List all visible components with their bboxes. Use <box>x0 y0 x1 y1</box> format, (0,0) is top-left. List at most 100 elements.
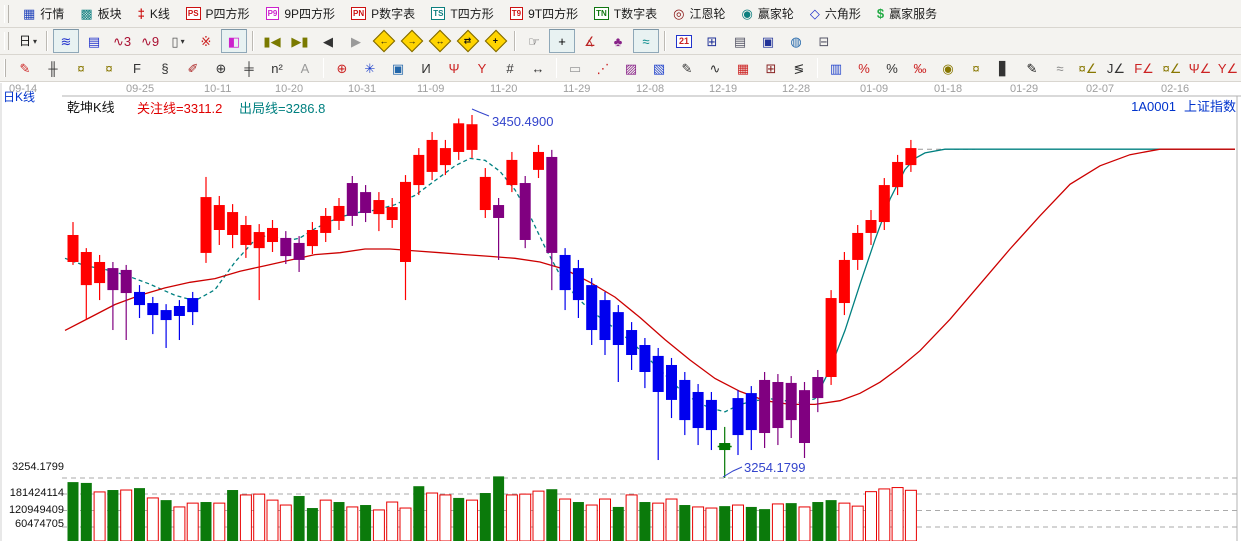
shen-ruler-tool-button[interactable]: Ψ <box>441 56 467 80</box>
span-arrow-tool-button[interactable]: ↔ <box>525 56 551 80</box>
gold-line-tool-button[interactable]: ¤ <box>963 56 989 80</box>
menu-item-9p-square[interactable]: P99P四方形 <box>259 2 342 25</box>
print-tool-button[interactable]: ⊟ <box>811 29 837 53</box>
menu-item-p-square[interactable]: PSP四方形 <box>179 2 257 25</box>
export-disk-tool-button[interactable]: ◍ <box>783 29 809 53</box>
candle <box>347 183 358 216</box>
flask-tool-button[interactable]: ▯▾ <box>165 29 191 53</box>
menu-item-sectors[interactable]: ▩板块 <box>73 2 128 25</box>
percent-drop-tool-button[interactable]: % <box>851 56 877 80</box>
fan-box-b-tool-button[interactable]: ▧ <box>646 56 672 80</box>
triple-line-tool-button[interactable]: ≶ <box>786 56 812 80</box>
info-list-tool-button[interactable]: ▤ <box>81 29 107 53</box>
mini-chart-3-tool-button[interactable]: ∿3 <box>109 29 135 53</box>
gold-angle-tool-button[interactable]: ¤∠ <box>1159 56 1185 80</box>
shen-angle-tool-button[interactable]: Ψ∠ <box>1187 56 1213 80</box>
trend-pencil-tool-button[interactable]: ✎ <box>674 56 700 80</box>
win-ruler-tool-button[interactable]: Y <box>469 56 495 80</box>
f-angle-tool-button[interactable]: F∠ <box>1131 56 1157 80</box>
jump-horizontal-button[interactable]: ↔ <box>427 29 453 53</box>
permille-tool-button[interactable]: ‰ <box>907 56 933 80</box>
wave-a-tool-icon: ≈ <box>1056 62 1063 75</box>
j-angle-tool-button[interactable]: J∠ <box>1103 56 1129 80</box>
gold-ruler-a-tool-button[interactable]: ¤ <box>68 56 94 80</box>
square-grid-tool-button[interactable]: ▣ <box>385 56 411 80</box>
menu-item-t-digit-table[interactable]: TNT数字表 <box>587 2 664 25</box>
period-selector-button[interactable]: 日▾ <box>15 29 41 53</box>
save-tool-button[interactable]: ▣ <box>755 29 781 53</box>
toolbar-grip[interactable] <box>4 59 6 77</box>
calculator-tool-button[interactable]: ⊞ <box>699 29 725 53</box>
spiral-ruler-tool-button[interactable]: § <box>152 56 178 80</box>
gold-fan-tool-button[interactable]: ¤∠ <box>1075 56 1101 80</box>
pattern-overlay-tool-button[interactable]: ※ <box>193 29 219 53</box>
gold-circle-tool-button[interactable]: ◉ <box>935 56 961 80</box>
menu-bar: ▦行情▩板块‡K线PSP四方形P99P四方形PNP数字表TST四方形T99T四方… <box>0 0 1241 28</box>
gann-band-tool-button[interactable]: ♣ <box>605 29 631 53</box>
zoom-all-button[interactable]: + <box>483 29 509 53</box>
candle <box>94 262 105 283</box>
color-chart-tool-button[interactable]: ◧ <box>221 29 247 53</box>
nav-prev-button[interactable]: ◀ <box>315 29 341 53</box>
9p-square-icon: P9 <box>266 7 280 20</box>
menu-item-gann-wheel[interactable]: ◎江恩轮 <box>666 2 732 25</box>
toolbar-grip[interactable] <box>4 32 9 50</box>
angle-a-tool-button[interactable]: A <box>292 56 318 80</box>
jump-right-button[interactable]: → <box>399 29 425 53</box>
notepad-tool-button[interactable]: ▤ <box>727 29 753 53</box>
volume-bar <box>214 503 225 541</box>
volume-bar <box>147 498 158 541</box>
n2-ruler-tool-button[interactable]: n² <box>264 56 290 80</box>
wave-brain-tool-button[interactable]: ≈ <box>633 29 659 53</box>
rect-select-tool-button[interactable]: ▭ <box>562 56 588 80</box>
fan-box-a-tool-button[interactable]: ▨ <box>618 56 644 80</box>
win-ruler-tool-icon: Y <box>478 62 487 75</box>
calendar-tool-button[interactable]: 21 <box>671 29 697 53</box>
plain-ruler-tool-button[interactable]: ╪ <box>236 56 262 80</box>
nav-last-button[interactable]: ▶▮ <box>287 29 313 53</box>
volume-bar <box>68 482 79 541</box>
pen-tool-button[interactable]: ✎ <box>12 56 38 80</box>
compass-ruler-tool-button[interactable]: ⊕ <box>208 56 234 80</box>
wave-a-tool-button[interactable]: ≈ <box>1047 56 1073 80</box>
menu-item-kline[interactable]: ‡K线 <box>131 2 177 25</box>
grid-b-tool-button[interactable]: ⊞ <box>758 56 784 80</box>
brush-tool-button[interactable]: ✎ <box>1019 56 1045 80</box>
angle-a-tool-icon: A <box>301 62 310 75</box>
pattern-search-tool-button[interactable]: ≋ <box>53 29 79 53</box>
target-circle-tool-button[interactable]: ⊕ <box>329 56 355 80</box>
win-angle-tool-button[interactable]: Y∠ <box>1215 56 1241 80</box>
toolbar-grip[interactable] <box>4 5 9 23</box>
bar-mark-tool-button[interactable]: ▋ <box>991 56 1017 80</box>
menu-item-winner-wheel[interactable]: ◉赢家轮 <box>735 2 801 25</box>
pen-ruler-tool-button[interactable]: ✐ <box>180 56 206 80</box>
gold-ruler-b-tool-button[interactable]: ¤ <box>96 56 122 80</box>
volume-bar <box>852 506 863 541</box>
menu-item-t-square[interactable]: TST四方形 <box>424 2 501 25</box>
menu-item-9t-square[interactable]: T99T四方形 <box>503 2 585 25</box>
zigzag-tool-button[interactable]: ∿ <box>702 56 728 80</box>
menu-item-quotes[interactable]: ▦行情 <box>16 2 71 25</box>
bar-scale-tool-button[interactable]: ▥ <box>823 56 849 80</box>
star-grid-tool-button[interactable]: ✳ <box>357 56 383 80</box>
menu-item-winner-service[interactable]: $赢家服务 <box>870 2 944 25</box>
toolbar-drawing: ✎╫¤¤F§✐⊕╪n²A⊕✳▣ИΨY#↔▭⋰▨▧✎∿▦⊞≶▥%%‰◉¤▋✎≈¤∠… <box>0 55 1241 82</box>
menu-item-p-digit-table[interactable]: PNP数字表 <box>344 2 422 25</box>
jump-left-button[interactable]: ← <box>371 29 397 53</box>
tick-ruler-tool-button[interactable]: ╫ <box>40 56 66 80</box>
mini-chart-3-tool-icon: ∿3 <box>113 35 131 48</box>
grid-a-tool-button[interactable]: ▦ <box>730 56 756 80</box>
f-ruler-tool-button[interactable]: F <box>124 56 150 80</box>
nav-next-button[interactable]: ▶ <box>343 29 369 53</box>
menu-item-hexagon[interactable]: ◇六角形 <box>803 2 868 25</box>
hand-tool-button[interactable]: ☞ <box>521 29 547 53</box>
mini-chart-9-tool-button[interactable]: ∿9 <box>137 29 163 53</box>
angle-tool-button[interactable]: ∡ <box>577 29 603 53</box>
zoom-swap-button[interactable]: ⇄ <box>455 29 481 53</box>
fan-lines-tool-button[interactable]: ⋰ <box>590 56 616 80</box>
n-mark-tool-button[interactable]: И <box>413 56 439 80</box>
num-ruler-tool-button[interactable]: # <box>497 56 523 80</box>
crosshair-tool-button[interactable]: + <box>549 29 575 53</box>
percent-tool-button[interactable]: % <box>879 56 905 80</box>
nav-first-button[interactable]: ▮◀ <box>259 29 285 53</box>
